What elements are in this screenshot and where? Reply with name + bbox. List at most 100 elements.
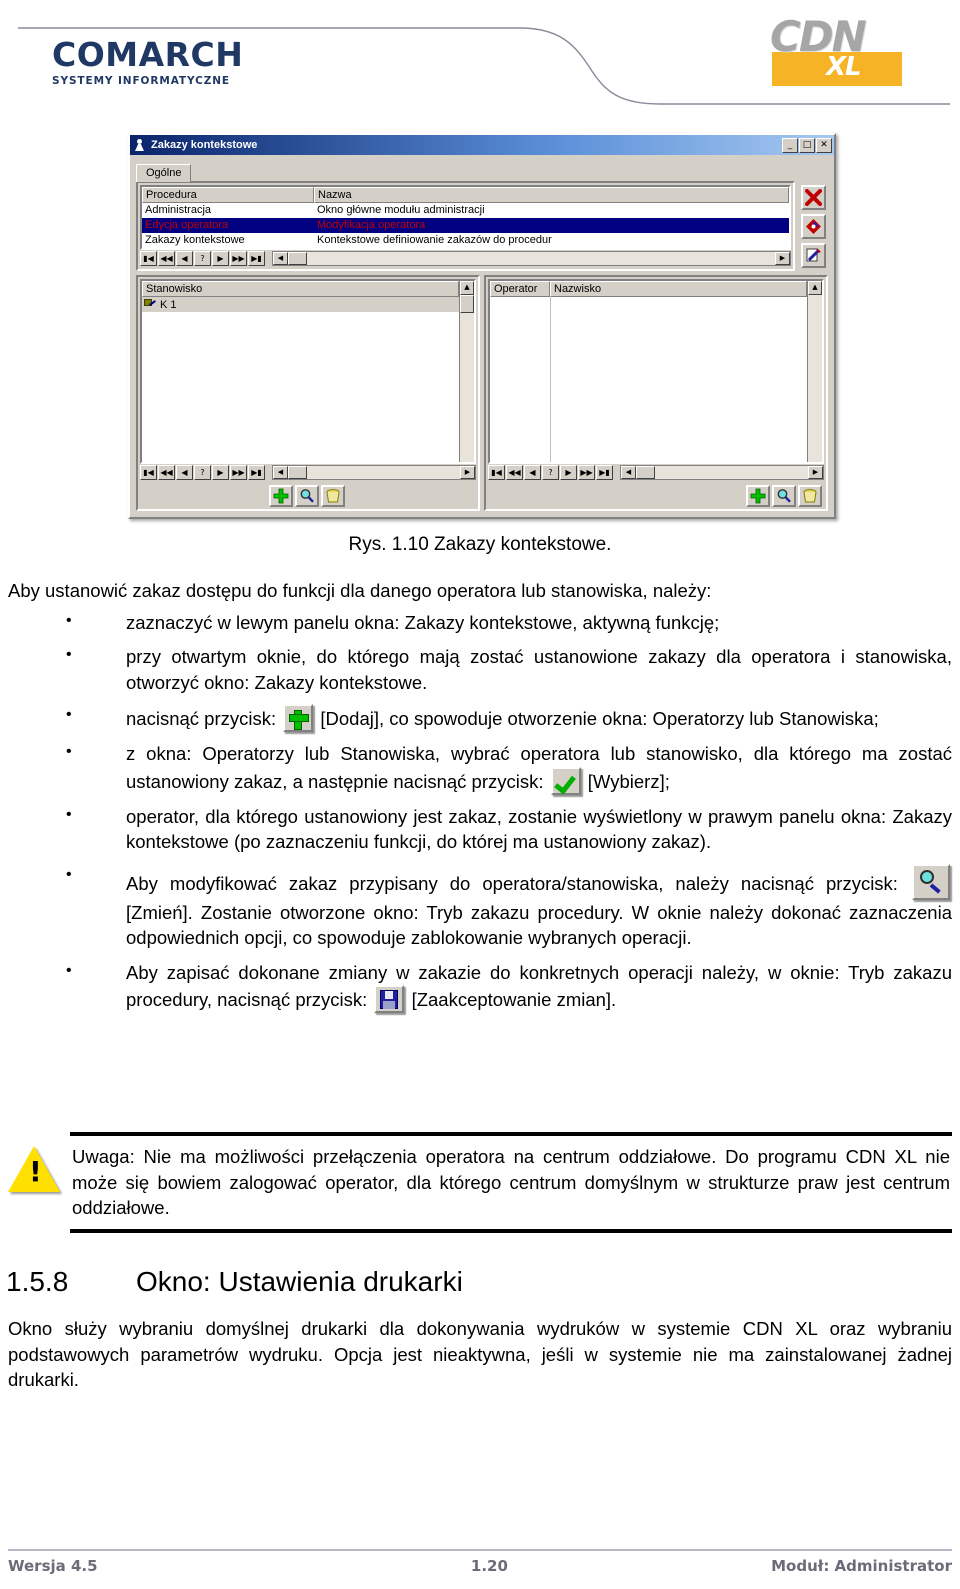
stanowisko-action-toolbar[interactable] [140,481,476,507]
edit-operator-button[interactable] [772,484,796,507]
stanowisko-panel: Stanowisko K 1 ▲ ▮◀ ◀◀ ◀ ? ▶ ▶▶ ▶▮ ◀ ▶ [136,275,480,511]
nav-help-button[interactable]: ? [194,465,211,480]
minimize-button[interactable]: _ [782,137,798,153]
stanowisko-vertical-scrollbar[interactable]: ▲ [459,281,474,462]
scroll-up-arrow-icon[interactable]: ▲ [808,281,822,295]
procedures-grid[interactable]: Procedura Nazwa Administracja Okno główn… [140,185,791,250]
operator-vertical-scrollbar[interactable]: ▲ [807,281,822,462]
report-record-button[interactable] [800,243,826,268]
operator-nav-bar[interactable]: ▮◀ ◀◀ ◀ ? ▶ ▶▶ ▶▮ ◀ ▶ [488,464,824,481]
horizontal-scrollbar[interactable]: ◀ ▶ [272,465,476,480]
nav-prev-button[interactable]: ◀ [176,465,193,480]
column-header-stanowisko[interactable]: Stanowisko [142,281,459,297]
bullet-text: z okna: Operatorzy lub Stanowiska, wybra… [126,743,952,792]
nav-page-back-button[interactable]: ◀◀ [506,465,523,480]
document-body: Aby ustanowić zakaz dostępu do funkcji d… [8,578,952,1022]
comarch-logo: COMARCH SYSTEMY INFORMATYCZNE [52,38,252,87]
horizontal-scrollbar[interactable]: ◀ ▶ [272,251,791,266]
cdn-edition-mark: XL [826,52,862,82]
table-row[interactable]: Administracja Okno główne modułu adminis… [142,203,789,218]
column-header-procedura[interactable]: Procedura [142,187,314,203]
add-stanowisko-button[interactable] [269,484,293,507]
bullet-text-after: [Wybierz]; [587,770,670,792]
window-titlebar[interactable]: Zakazy kontekstowe _ □ ✕ [130,135,834,155]
scroll-left-arrow-icon[interactable]: ◀ [273,466,288,479]
operator-list[interactable]: Operator Nazwisko ▲ [488,279,824,464]
list-item[interactable]: K 1 [142,297,459,312]
nav-first-button[interactable]: ▮◀ [488,465,505,480]
bullet-text: nacisnąć przycisk: [126,708,277,730]
pen-report-icon [806,248,821,262]
person-icon [133,138,147,152]
nav-last-button[interactable]: ▶▮ [248,465,265,480]
operator-list-body: Operator Nazwisko [490,281,807,462]
nav-page-forward-button[interactable]: ▶▶ [578,465,595,480]
stanowisko-list-header: Stanowisko [142,281,459,297]
figure-screenshot: Zakazy kontekstowe _ □ ✕ Ogólne Procedur… [128,133,836,519]
nav-page-back-button[interactable]: ◀◀ [158,251,175,266]
list-item: z okna: Operatorzy lub Stanowiska, wybra… [8,741,952,795]
nav-last-button[interactable]: ▶▮ [596,465,613,480]
nav-next-button[interactable]: ▶ [560,465,577,480]
change-record-button[interactable] [800,214,826,239]
bullet-text: przy otwartym oknie, do którego mają zos… [126,646,952,693]
tab-ogolne[interactable]: Ogólne [136,164,192,182]
nav-first-button[interactable]: ▮◀ [140,251,157,266]
scrollbar-thumb[interactable] [636,466,655,479]
scroll-right-arrow-icon[interactable]: ▶ [460,466,475,479]
stanowisko-list[interactable]: Stanowisko K 1 ▲ [140,279,476,464]
scroll-left-arrow-icon[interactable]: ◀ [273,252,288,265]
scroll-up-arrow-icon[interactable]: ▲ [460,281,474,295]
cell-procedura: Edycja operatora [145,219,229,231]
comarch-wordmark: COMARCH [52,35,244,74]
bullet-text: zaznaczyć w lewym panelu okna: Zakazy ko… [126,611,720,633]
column-header-nazwisko[interactable]: Nazwisko [550,281,807,297]
nav-help-button[interactable]: ? [542,465,559,480]
procedures-panel: Procedura Nazwa Administracja Okno główn… [136,181,795,271]
warning-icon-holder [8,1132,70,1192]
column-header-nazwa[interactable]: Nazwa [314,187,789,203]
bullet-text-after: [Zaakceptowanie zmian]. [411,989,617,1011]
nav-next-button[interactable]: ▶ [212,251,229,266]
nav-help-button[interactable]: ? [194,251,211,266]
nav-last-button[interactable]: ▶▮ [248,251,265,266]
plus-icon [283,704,314,733]
edit-stanowisko-button[interactable] [295,484,319,507]
procedures-nav-bar[interactable]: ▮◀ ◀◀ ◀ ? ▶ ▶▶ ▶▮ ◀ ▶ [140,250,791,267]
nav-next-button[interactable]: ▶ [212,465,229,480]
operator-action-toolbar[interactable] [488,481,824,507]
close-record-button[interactable] [800,185,826,210]
scroll-right-arrow-icon[interactable]: ▶ [808,466,823,479]
maximize-button[interactable]: □ [799,137,815,153]
delete-operator-button[interactable] [798,484,822,507]
delete-stanowisko-button[interactable] [321,484,345,507]
scrollbar-thumb[interactable] [288,252,307,265]
column-header-operator[interactable]: Operator [490,281,550,297]
close-button[interactable]: ✕ [816,137,832,153]
nav-page-forward-button[interactable]: ▶▶ [230,251,247,266]
window-controls[interactable]: _ □ ✕ [782,137,832,153]
scrollbar-thumb[interactable] [460,295,474,313]
list-item-label: K 1 [160,298,177,311]
record-toolbar[interactable] [798,181,828,271]
table-row[interactable]: Edycja operatora Modyfikacja operatora [142,218,789,233]
tab-bar[interactable]: Ogólne [136,160,828,182]
nav-prev-button[interactable]: ◀ [524,465,541,480]
nav-first-button[interactable]: ▮◀ [140,465,157,480]
comarch-tagline: SYSTEMY INFORMATYCZNE [52,75,230,87]
scroll-left-arrow-icon[interactable]: ◀ [621,466,636,479]
nav-page-forward-button[interactable]: ▶▶ [230,465,247,480]
operator-list-header: Operator Nazwisko [490,281,807,297]
column-divider [550,297,551,462]
cell-nazwa: Modyfikacja operatora [317,219,426,231]
table-row[interactable]: Zakazy kontekstowe Kontekstowe definiowa… [142,233,789,248]
horizontal-scrollbar[interactable]: ◀ ▶ [620,465,824,480]
footer-page-number: 1.20 [470,1557,508,1575]
nav-prev-button[interactable]: ◀ [176,251,193,266]
scrollbar-thumb[interactable] [288,466,307,479]
nav-page-back-button[interactable]: ◀◀ [158,465,175,480]
add-operator-button[interactable] [746,484,770,507]
scroll-right-arrow-icon[interactable]: ▶ [775,252,790,265]
stanowisko-list-rows: K 1 [142,297,459,462]
stanowisko-nav-bar[interactable]: ▮◀ ◀◀ ◀ ? ▶ ▶▶ ▶▮ ◀ ▶ [140,464,476,481]
